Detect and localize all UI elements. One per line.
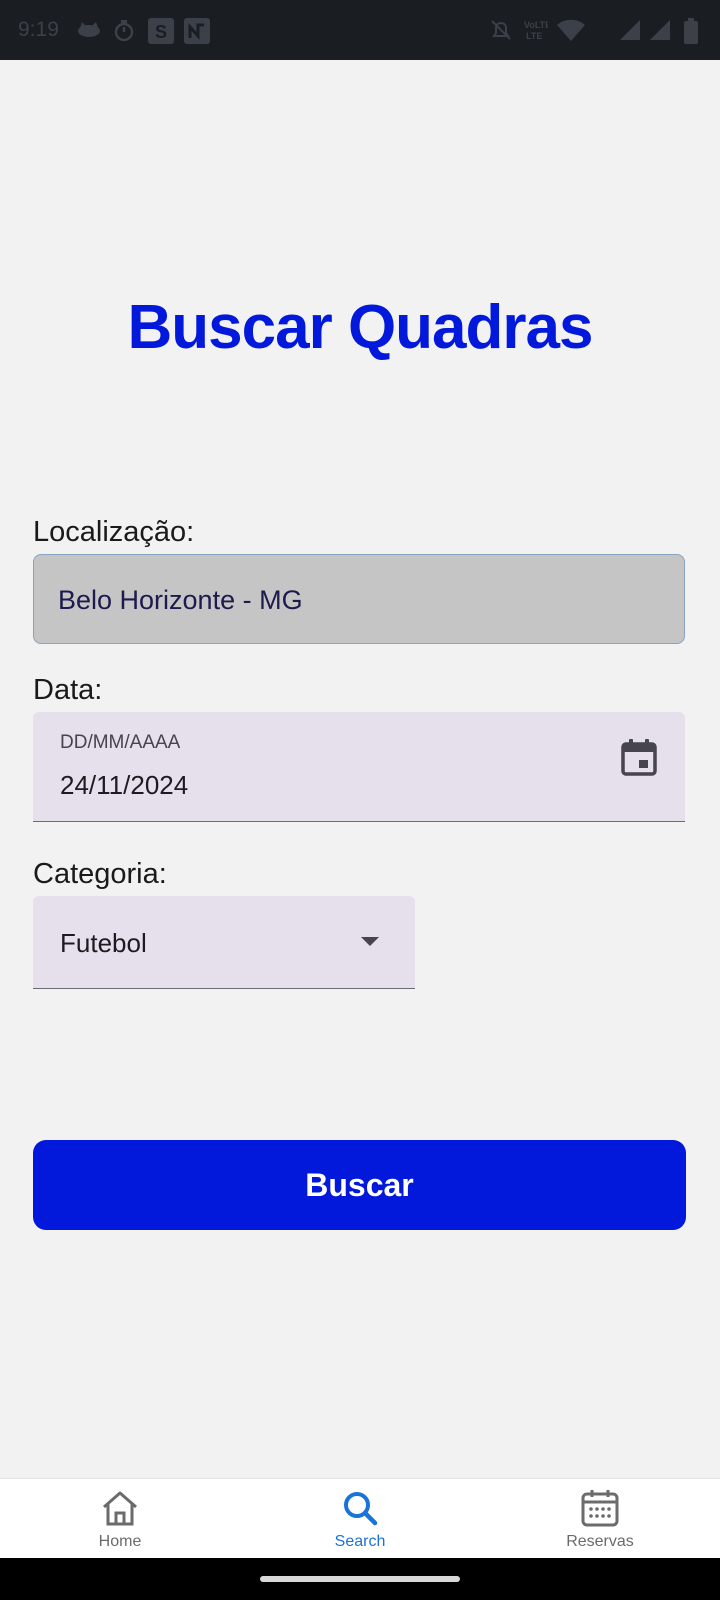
search-button[interactable]: Buscar: [33, 1140, 686, 1230]
nav-label-search: Search: [334, 1533, 386, 1550]
location-value: Belo Horizonte - MG: [58, 585, 303, 615]
cat-icon: [78, 22, 100, 37]
nav-item-home[interactable]: Home: [0, 1479, 240, 1559]
status-time: 9:19: [18, 18, 59, 41]
page-title: Buscar Quadras: [127, 293, 594, 362]
timer-icon: [114, 20, 134, 42]
battery-icon: [684, 18, 698, 44]
status-bar: 9:19 S VoLTE LTE: [0, 0, 720, 60]
volte-icon: VoLTE LTE: [524, 20, 548, 41]
search-icon: [344, 1492, 378, 1526]
dropdown-arrow-icon: [361, 937, 379, 946]
gesture-bar: [0, 1558, 720, 1600]
nav-label-home: Home: [98, 1533, 142, 1550]
bottom-nav: Home Search Reservas: [0, 1478, 720, 1559]
svg-text:LTE: LTE: [526, 31, 542, 41]
date-placeholder: DD/MM/AAAA: [60, 732, 181, 753]
date-value: 24/11/2024: [60, 770, 189, 800]
category-dropdown[interactable]: Futebol: [33, 896, 415, 989]
category-label: Categoria:: [33, 858, 167, 890]
nav-item-reservas[interactable]: Reservas: [480, 1479, 720, 1559]
home-gesture-handle[interactable]: [260, 1576, 460, 1582]
wifi-icon: [557, 19, 585, 41]
signal-icon: [620, 20, 640, 40]
n-app-icon: [184, 18, 210, 44]
location-input[interactable]: Belo Horizonte - MG: [33, 554, 685, 644]
svg-text:S: S: [155, 22, 167, 42]
nav-label-reservas: Reservas: [566, 1533, 634, 1550]
calendar-icon[interactable]: [621, 738, 657, 776]
svg-text:VoLTE: VoLTE: [524, 20, 548, 30]
category-value: Futebol: [60, 928, 147, 958]
calendar-icon: [581, 1490, 619, 1527]
mute-icon: [491, 20, 511, 40]
nav-item-search[interactable]: Search: [240, 1479, 480, 1559]
signal-icon: [650, 20, 670, 40]
s-app-icon: S: [148, 18, 174, 44]
home-icon: [103, 1491, 137, 1526]
date-label: Data:: [33, 674, 103, 706]
date-input[interactable]: DD/MM/AAAA 24/11/2024: [33, 712, 685, 822]
location-label: Localização:: [33, 516, 195, 548]
